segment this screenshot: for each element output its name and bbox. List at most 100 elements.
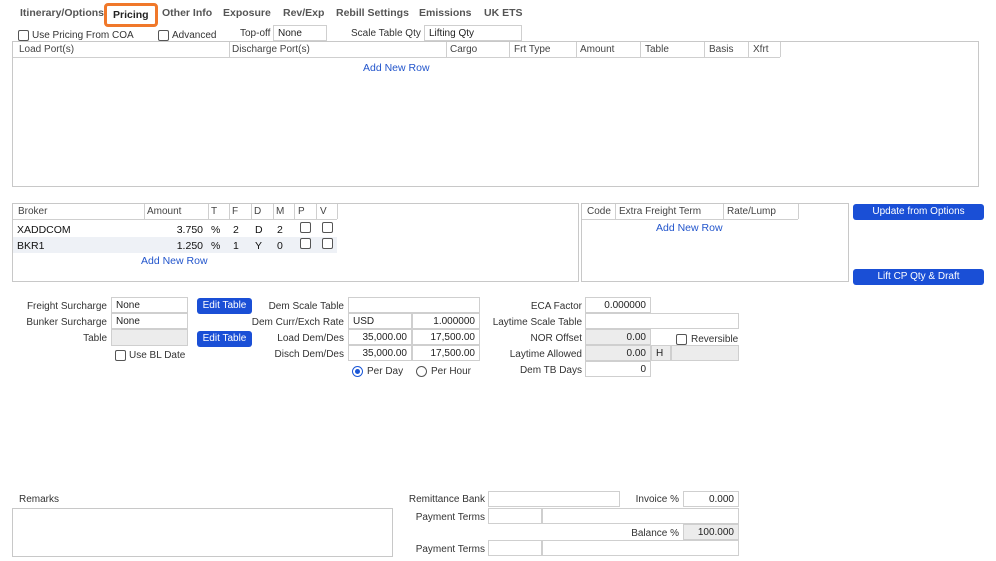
freight-surcharge-select[interactable]: None bbox=[111, 297, 188, 313]
extra-freight-add-new-row-link[interactable]: Add New Row bbox=[656, 222, 723, 234]
table-row[interactable]: BKR1 1.250 % 1 Y 0 bbox=[13, 237, 337, 253]
use-bl-date-checkbox[interactable] bbox=[115, 350, 126, 361]
col-header-frt-type[interactable]: Frt Type bbox=[514, 44, 551, 55]
extra-freight-col-divider bbox=[615, 204, 616, 219]
disch-des-input[interactable]: 17,500.00 bbox=[412, 345, 480, 361]
col-header-table[interactable]: Table bbox=[645, 44, 669, 55]
remarks-textarea[interactable] bbox=[12, 508, 393, 557]
cargo-col-divider bbox=[780, 42, 781, 57]
col-header-code[interactable]: Code bbox=[587, 206, 611, 217]
laytime-allowed-label: Laytime Allowed bbox=[509, 349, 582, 360]
dem-curr-exch-label: Dem Curr/Exch Rate bbox=[251, 317, 344, 328]
surcharge-table-label: Table bbox=[83, 333, 107, 344]
dem-scale-table-select[interactable] bbox=[348, 297, 480, 313]
broker-col-divider bbox=[316, 204, 317, 219]
col-header-broker[interactable]: Broker bbox=[18, 206, 47, 217]
broker-add-new-row-link[interactable]: Add New Row bbox=[141, 255, 208, 267]
col-header-load-ports[interactable]: Load Port(s) bbox=[19, 44, 74, 55]
col-header-xfrt[interactable]: Xfrt bbox=[753, 44, 769, 55]
col-header-v[interactable]: V bbox=[320, 206, 327, 217]
scale-table-qty-select[interactable]: Lifting Qty bbox=[424, 25, 522, 41]
col-header-p[interactable]: P bbox=[298, 206, 305, 217]
broker-amount: 1.250 bbox=[176, 240, 203, 252]
disch-dem-input[interactable]: 35,000.00 bbox=[348, 345, 412, 361]
extra-freight-col-divider bbox=[723, 204, 724, 219]
tab-pricing[interactable]: Pricing bbox=[104, 3, 158, 27]
lift-cp-qty-draft-button[interactable]: Lift CP Qty & Draft bbox=[853, 269, 984, 285]
col-header-t[interactable]: T bbox=[211, 206, 217, 217]
broker-f: 2 bbox=[233, 224, 239, 236]
use-pricing-coa-checkbox[interactable] bbox=[18, 30, 29, 41]
payment-terms-desc-2[interactable] bbox=[542, 540, 739, 556]
col-header-broker-amount[interactable]: Amount bbox=[147, 206, 181, 217]
tab-rebill-settings[interactable]: Rebill Settings bbox=[336, 7, 409, 19]
topoff-select[interactable]: None bbox=[273, 25, 327, 41]
dem-tb-days-input[interactable]: 0 bbox=[585, 361, 651, 377]
col-header-rate-lump[interactable]: Rate/Lump bbox=[727, 206, 776, 217]
broker-v-checkbox[interactable] bbox=[322, 222, 333, 233]
bunker-surcharge-select[interactable]: None bbox=[111, 313, 188, 329]
freight-surcharge-label: Freight Surcharge bbox=[26, 301, 107, 312]
col-header-amount[interactable]: Amount bbox=[580, 44, 614, 55]
laytime-allowed-input[interactable]: 0.00 bbox=[585, 345, 651, 361]
table-row[interactable]: XADDCOM 3.750 % 2 D 2 bbox=[13, 221, 337, 237]
dem-exch-rate-input[interactable]: 1.000000 bbox=[412, 313, 480, 329]
tab-emissions[interactable]: Emissions bbox=[419, 7, 472, 19]
topoff-label: Top-off bbox=[240, 28, 271, 39]
payment-terms-code[interactable] bbox=[488, 508, 542, 524]
col-header-extra-freight-term[interactable]: Extra Freight Term bbox=[619, 206, 701, 217]
cargo-col-divider bbox=[704, 42, 705, 57]
payment-terms-desc[interactable] bbox=[542, 508, 739, 524]
col-header-m[interactable]: M bbox=[276, 206, 284, 217]
per-day-label: Per Day bbox=[367, 366, 404, 377]
col-header-f[interactable]: F bbox=[232, 206, 238, 217]
surcharge-table-field[interactable] bbox=[111, 329, 188, 346]
balance-percent-input[interactable]: 100.000 bbox=[683, 524, 739, 540]
extra-freight-col-divider bbox=[798, 204, 799, 219]
broker-v-checkbox[interactable] bbox=[322, 238, 333, 249]
col-header-discharge-ports[interactable]: Discharge Port(s) bbox=[232, 44, 310, 55]
tab-uk-ets[interactable]: UK ETS bbox=[484, 7, 523, 19]
nor-offset-input[interactable]: 0.00 bbox=[585, 329, 651, 345]
tab-exposure[interactable]: Exposure bbox=[223, 7, 271, 19]
tab-other-info[interactable]: Other Info bbox=[162, 7, 212, 19]
cargo-add-new-row-link[interactable]: Add New Row bbox=[363, 62, 430, 74]
tab-rev-exp[interactable]: Rev/Exp bbox=[283, 7, 324, 19]
nor-offset-label: NOR Offset bbox=[530, 333, 583, 344]
broker-p-checkbox[interactable] bbox=[300, 222, 311, 233]
load-dem-input[interactable]: 35,000.00 bbox=[348, 329, 412, 345]
remittance-bank-select[interactable] bbox=[488, 491, 620, 507]
broker-col-divider bbox=[294, 204, 295, 219]
tab-itinerary-options[interactable]: Itinerary/Options bbox=[20, 7, 104, 19]
invoice-percent-input[interactable]: 0.000 bbox=[683, 491, 739, 507]
extra-freight-grid: Code Extra Freight Term Rate/Lump Add Ne… bbox=[581, 203, 849, 282]
laytime-allowed-extra[interactable] bbox=[671, 345, 739, 361]
remarks-label: Remarks bbox=[19, 494, 60, 505]
update-from-options-button[interactable]: Update from Options bbox=[853, 204, 984, 220]
broker-m: 0 bbox=[277, 240, 283, 252]
dem-currency-select[interactable]: USD bbox=[348, 313, 412, 329]
col-header-basis[interactable]: Basis bbox=[709, 44, 733, 55]
col-header-cargo[interactable]: Cargo bbox=[450, 44, 477, 55]
payment-terms-label-2: Payment Terms bbox=[415, 544, 485, 555]
cargo-col-divider bbox=[748, 42, 749, 57]
reversible-checkbox[interactable] bbox=[676, 334, 687, 345]
payment-terms-label: Payment Terms bbox=[415, 512, 485, 523]
laytime-scale-table-select[interactable] bbox=[585, 313, 739, 329]
per-day-radio[interactable] bbox=[352, 366, 363, 377]
payment-terms-code-2[interactable] bbox=[488, 540, 542, 556]
broker-col-divider bbox=[251, 204, 252, 219]
dem-tb-days-label: Dem TB Days bbox=[519, 365, 582, 376]
per-hour-radio[interactable] bbox=[416, 366, 427, 377]
disch-dem-des-label: Disch Dem/Des bbox=[274, 349, 344, 360]
load-des-input[interactable]: 17,500.00 bbox=[412, 329, 480, 345]
scale-table-qty-label: Scale Table Qty bbox=[351, 28, 421, 39]
eca-factor-label: ECA Factor bbox=[530, 301, 582, 312]
broker-name: BKR1 bbox=[17, 240, 45, 252]
eca-factor-input[interactable]: 0.000000 bbox=[585, 297, 651, 313]
col-header-d[interactable]: D bbox=[254, 206, 261, 217]
broker-p-checkbox[interactable] bbox=[300, 238, 311, 249]
laytime-allowed-unit[interactable]: H bbox=[651, 345, 671, 361]
advanced-checkbox[interactable] bbox=[158, 30, 169, 41]
load-dem-des-label: Load Dem/Des bbox=[277, 333, 344, 344]
